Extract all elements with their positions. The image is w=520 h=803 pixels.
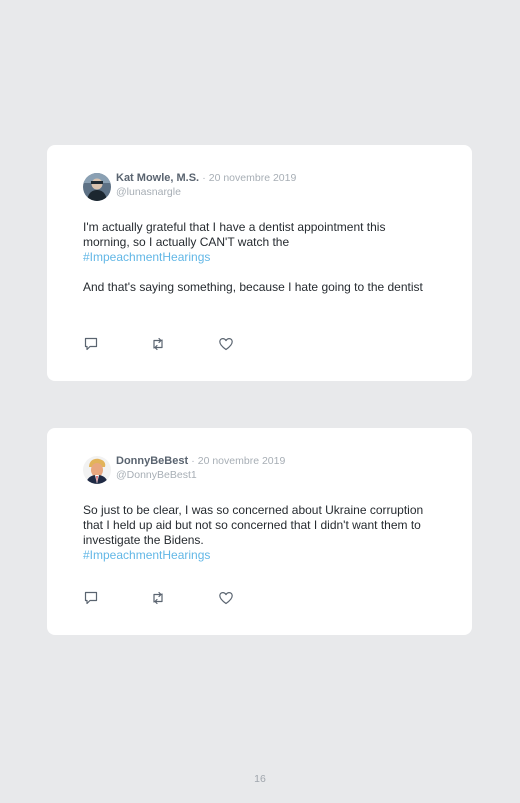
retweet-icon[interactable]	[150, 336, 166, 352]
tweet-header: DonnyBeBest · 20 novembre 2019 @DonnyBeB…	[83, 455, 285, 484]
avatar[interactable]	[83, 173, 111, 201]
separator: ·	[191, 455, 195, 467]
tweet-header: Kat Mowle, M.S. · 20 novembre 2019 @luna…	[83, 172, 296, 201]
tweet-card: Kat Mowle, M.S. · 20 novembre 2019 @luna…	[47, 145, 472, 381]
page-number: 16	[254, 773, 266, 785]
author-block: Kat Mowle, M.S. · 20 novembre 2019 @luna…	[116, 172, 296, 199]
paragraph-text: And that's saying something, because I h…	[83, 280, 423, 294]
tweet-card: DonnyBeBest · 20 novembre 2019 @DonnyBeB…	[47, 428, 472, 635]
separator: ·	[202, 172, 206, 184]
name-line: Kat Mowle, M.S. · 20 novembre 2019	[116, 172, 296, 185]
like-icon[interactable]	[218, 590, 234, 606]
author-name[interactable]: DonnyBeBest	[116, 455, 188, 467]
author-name[interactable]: Kat Mowle, M.S.	[116, 172, 199, 184]
tweet-text: So just to be clear, I was so concerned …	[83, 503, 428, 563]
retweet-icon[interactable]	[150, 590, 166, 606]
paragraph-text: I'm actually grateful that I have a dent…	[83, 220, 386, 249]
tweet-paragraph: I'm actually grateful that I have a dent…	[83, 220, 428, 265]
like-icon[interactable]	[218, 336, 234, 352]
author-block: DonnyBeBest · 20 novembre 2019 @DonnyBeB…	[116, 455, 285, 482]
avatar[interactable]	[83, 456, 111, 484]
tweet-text: I'm actually grateful that I have a dent…	[83, 220, 428, 295]
author-handle[interactable]: @lunasnargle	[116, 186, 296, 199]
tweet-date[interactable]: 20 novembre 2019	[198, 455, 286, 467]
name-line: DonnyBeBest · 20 novembre 2019	[116, 455, 285, 468]
hashtag-link[interactable]: #ImpeachmentHearings	[83, 548, 210, 562]
tweet-paragraph: And that's saying something, because I h…	[83, 280, 428, 295]
author-handle[interactable]: @DonnyBeBest1	[116, 469, 285, 482]
tweet-date[interactable]: 20 novembre 2019	[209, 172, 297, 184]
hashtag-link[interactable]: #ImpeachmentHearings	[83, 250, 210, 264]
reply-icon[interactable]	[83, 590, 99, 606]
reply-icon[interactable]	[83, 336, 99, 352]
paragraph-text: So just to be clear, I was so concerned …	[83, 503, 424, 547]
tweet-paragraph: So just to be clear, I was so concerned …	[83, 503, 428, 563]
